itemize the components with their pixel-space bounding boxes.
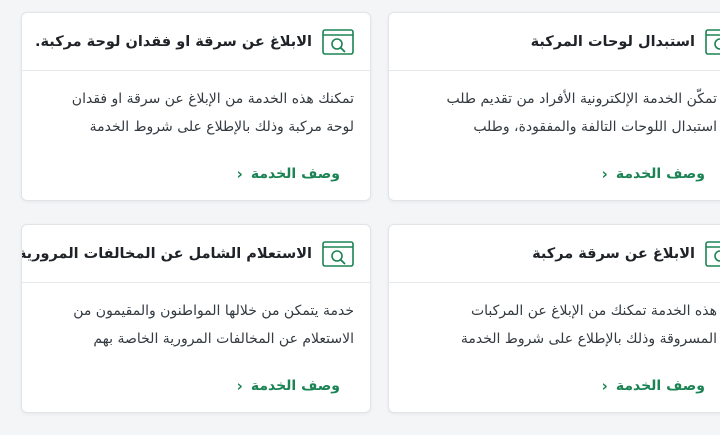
card-header: الابلاغ عن سرقة مركبة [389, 225, 720, 283]
card-header: الاستعلام الشامل عن المخالفات المرورية [22, 225, 370, 283]
chevron-left-icon: ‹ [236, 164, 243, 183]
card-header: استبدال لوحات المركبة [389, 13, 720, 71]
service-search-icon [705, 240, 720, 267]
description-line: تمكنك هذه الخدمة من الإبلاغ عن سرقة او ف… [71, 91, 354, 107]
card-title: الاستعلام الشامل عن المخالفات المرورية [21, 245, 312, 262]
description-line: هذه الخدمة تمكنك من الإبلاغ عن المركبات [470, 303, 717, 319]
chevron-left-icon: ‹ [601, 164, 608, 183]
link-label: وصف الخدمة [250, 378, 340, 394]
service-card-replace-plates: استبدال لوحات المركبة تمكّن الخدمة الإلك… [388, 12, 720, 201]
card-description: خدمة يتمكن من خلالها المواطنون والمقيمون… [22, 283, 370, 359]
link-label: وصف الخدمة [615, 378, 705, 394]
chevron-left-icon: ‹ [601, 376, 608, 395]
service-card-vehicle-theft: الابلاغ عن سرقة مركبة هذه الخدمة تمكنك م… [388, 224, 720, 413]
link-label: وصف الخدمة [615, 166, 705, 182]
service-description-link[interactable]: وصف الخدمة ‹ [237, 378, 340, 394]
service-description-link[interactable]: وصف الخدمة ‹ [602, 166, 705, 182]
card-description: تمكّن الخدمة الإلكترونية الأفراد من تقدي… [389, 71, 720, 147]
description-line: تمكّن الخدمة الإلكترونية الأفراد من تقدي… [446, 91, 717, 107]
service-card-plate-theft: الابلاغ عن سرقة او فقدان لوحة مركبة. تمك… [21, 12, 371, 201]
service-search-icon [322, 28, 354, 55]
description-line: لوحة مركبة وذلك بالإطلاع على شروط الخدمة [89, 119, 354, 135]
service-description-link[interactable]: وصف الخدمة ‹ [602, 378, 705, 394]
description-line: استبدال اللوحات التالفة والمفقودة، وطلب [473, 119, 717, 135]
description-line: المسروقة وذلك بالإطلاع على شروط الخدمة [460, 331, 717, 347]
card-description: هذه الخدمة تمكنك من الإبلاغ عن المركبات … [389, 283, 720, 359]
service-description-link[interactable]: وصف الخدمة ‹ [237, 166, 340, 182]
service-search-icon [705, 28, 720, 55]
card-header: الابلاغ عن سرقة او فقدان لوحة مركبة. [22, 13, 370, 71]
service-card-traffic-violations: الاستعلام الشامل عن المخالفات المرورية خ… [21, 224, 371, 413]
service-search-icon [322, 240, 354, 267]
card-description: تمكنك هذه الخدمة من الإبلاغ عن سرقة او ف… [22, 71, 370, 147]
card-title: الابلاغ عن سرقة او فقدان لوحة مركبة. [34, 33, 312, 50]
card-title: الابلاغ عن سرقة مركبة [532, 245, 695, 262]
description-line: خدمة يتمكن من خلالها المواطنون والمقيمون… [73, 303, 354, 319]
description-line: الاستعلام عن المخالفات المرورية الخاصة ب… [93, 331, 354, 347]
chevron-left-icon: ‹ [236, 376, 243, 395]
link-label: وصف الخدمة [250, 166, 340, 182]
card-title: استبدال لوحات المركبة [530, 33, 695, 50]
